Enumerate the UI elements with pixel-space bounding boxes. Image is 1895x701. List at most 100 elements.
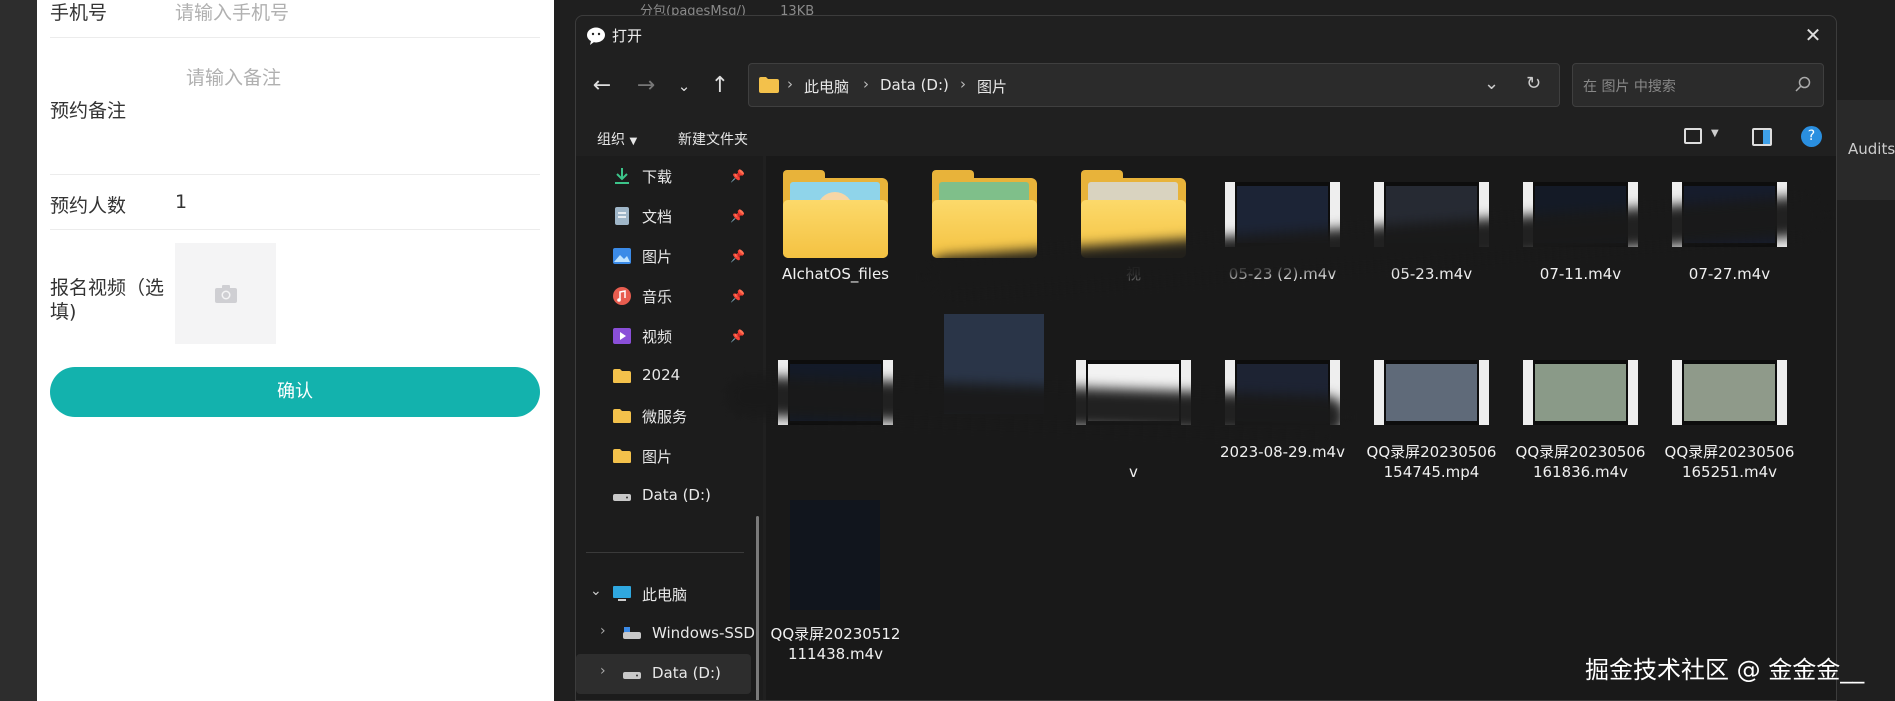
file-view: AIchatOS_files 视 05-23 (2).m4v 05-23.m4v… xyxy=(725,156,1836,700)
file-item[interactable]: QQ录屏20230506165251.m4v xyxy=(1662,338,1797,508)
camera-icon xyxy=(214,284,237,303)
back-button[interactable]: ← xyxy=(586,71,618,103)
file-name: 07-27.m4v xyxy=(1688,265,1771,283)
nav-scrollbar[interactable] xyxy=(754,156,761,700)
pin-icon: 📌 xyxy=(730,329,745,343)
address-dropdown-icon[interactable]: ⌄ xyxy=(1484,73,1499,94)
file-name: AIchatOS_files xyxy=(782,265,889,283)
nav-item-2024[interactable]: 2024 xyxy=(576,356,751,396)
view-dropdown-icon[interactable]: ▼ xyxy=(1711,128,1719,139)
booking-form: 手机号 请输入手机号 预约备注 请输入备注 预约人数 1 报名视频（选填) 确认 xyxy=(37,0,554,701)
nav-divider xyxy=(586,552,744,553)
help-icon[interactable]: ? xyxy=(1801,126,1822,147)
phone-input[interactable]: 请输入手机号 xyxy=(175,0,289,25)
nav-item-label: 图片 xyxy=(642,448,673,466)
open-file-dialog: 打开 ✕ ← → ⌄ ↑ › 此电脑 › Data (D:) › 图片 ⌄ ↻ … xyxy=(575,15,1837,701)
file-item[interactable] xyxy=(917,160,1052,330)
wechat-icon xyxy=(587,27,605,45)
tree-item-data-drive[interactable]: › Data (D:) xyxy=(576,654,751,694)
pin-icon: 📌 xyxy=(730,169,745,183)
nav-item-pictures[interactable]: 图片 📌 xyxy=(576,236,751,276)
tree-item-windows-ssd[interactable]: › Windows-SSD xyxy=(576,614,755,654)
count-label: 预约人数 xyxy=(50,195,127,217)
music-icon xyxy=(613,287,631,305)
forward-button[interactable]: → xyxy=(630,71,662,103)
search-box[interactable]: 在 图片 中搜索 xyxy=(1572,63,1824,107)
chevron-down-icon: ⌄ xyxy=(590,583,602,599)
close-button[interactable]: ✕ xyxy=(1790,16,1836,56)
pin-icon: 📌 xyxy=(730,249,745,263)
file-item[interactable]: QQ录屏20230506154745.mp4 xyxy=(1364,338,1499,508)
nav-item-label: Data (D:) xyxy=(642,486,711,504)
nav-item-data-drive[interactable]: Data (D:) xyxy=(576,476,751,516)
breadcrumb-separator: › xyxy=(960,75,966,93)
close-icon: ✕ xyxy=(1804,23,1822,47)
command-bar: 组织 ▼ 新建文件夹 ▼ ? xyxy=(576,120,1836,156)
drive-icon xyxy=(623,672,641,679)
file-name: v xyxy=(1129,463,1138,481)
note-textarea[interactable]: 请输入备注 xyxy=(186,63,281,90)
file-item[interactable]: QQ录屏20230506161836.m4v xyxy=(1513,338,1648,508)
nav-item-downloads[interactable]: 下载 📌 xyxy=(576,156,751,196)
scrollbar-thumb[interactable] xyxy=(756,516,759,700)
nav-item-microservices[interactable]: 微服务 xyxy=(576,396,751,436)
file-item[interactable]: QQ录屏20230512111438.m4v xyxy=(768,500,903,690)
video-thumbnail xyxy=(1672,360,1787,425)
breadcrumb-this-pc[interactable]: 此电脑 xyxy=(804,76,849,97)
folder-icon xyxy=(613,449,631,463)
video-upload-box[interactable] xyxy=(175,243,276,344)
phone-row: 手机号 请输入手机号 xyxy=(50,0,540,38)
new-folder-button[interactable]: 新建文件夹 xyxy=(678,129,748,149)
file-name: QQ录屏20230506165251.m4v xyxy=(1664,443,1795,481)
breadcrumb-separator: › xyxy=(863,75,869,93)
nav-item-label: 音乐 xyxy=(642,288,673,306)
file-item[interactable] xyxy=(768,338,903,508)
preview-pane-icon[interactable] xyxy=(1752,128,1772,146)
file-name: QQ录屏20230506154745.mp4 xyxy=(1366,443,1497,481)
count-input[interactable]: 1 xyxy=(175,191,187,213)
search-input[interactable]: 在 图片 中搜索 xyxy=(1583,76,1676,96)
address-bar[interactable]: › 此电脑 › Data (D:) › 图片 ⌄ ↻ xyxy=(748,63,1560,107)
nav-item-label: 下载 xyxy=(642,168,673,186)
audits-tab[interactable]: Audits xyxy=(1848,140,1895,158)
file-name: QQ录屏20230512111438.m4v xyxy=(770,625,901,663)
breadcrumb-pictures[interactable]: 图片 xyxy=(977,76,1007,97)
file-item[interactable]: 07-27.m4v xyxy=(1662,160,1797,330)
confirm-button[interactable]: 确认 xyxy=(50,367,540,417)
drive-icon xyxy=(623,627,641,639)
tree-item-label: Windows-SSD xyxy=(652,624,755,642)
nav-item-music[interactable]: 音乐 📌 xyxy=(576,276,751,316)
pin-icon: 📌 xyxy=(730,289,745,303)
video-thumbnail xyxy=(790,500,880,610)
refresh-icon[interactable]: ↻ xyxy=(1526,73,1541,94)
computer-icon xyxy=(613,586,631,601)
tree-item-this-pc[interactable]: ⌄ 此电脑 xyxy=(576,574,751,614)
view-layout-icon[interactable] xyxy=(1684,128,1702,144)
left-edge-strip xyxy=(0,0,37,701)
nav-item-videos[interactable]: 视频 📌 xyxy=(576,316,751,356)
organize-button[interactable]: 组织 ▼ xyxy=(597,129,637,149)
recent-locations-button[interactable]: ⌄ xyxy=(668,71,700,103)
nav-item-pictures-folder[interactable]: 图片 xyxy=(576,436,751,476)
nav-item-documents[interactable]: 文档 📌 xyxy=(576,196,751,236)
up-button[interactable]: ↑ xyxy=(704,71,736,103)
nav-item-label: 2024 xyxy=(642,366,681,384)
folder-icon xyxy=(613,369,631,383)
arrow-left-icon: ← xyxy=(592,73,612,98)
file-name: 05-23.m4v xyxy=(1390,265,1473,283)
nav-item-label: 文档 xyxy=(642,208,673,226)
dialog-titlebar: 打开 ✕ xyxy=(576,16,1836,56)
tree-item-network[interactable]: › 网络 xyxy=(576,694,751,700)
document-icon xyxy=(615,207,629,225)
tree-item-label: 此电脑 xyxy=(642,586,688,604)
folder-icon xyxy=(613,409,631,423)
chevron-right-icon: › xyxy=(600,663,606,679)
count-row: 预约人数 1 xyxy=(50,175,540,230)
download-icon xyxy=(615,168,629,184)
file-item[interactable]: AIchatOS_files xyxy=(768,160,903,330)
arrow-right-icon: → xyxy=(636,73,656,98)
chevron-down-icon: ⌄ xyxy=(677,77,691,95)
note-label: 预约备注 xyxy=(50,100,127,122)
note-row: 预约备注 请输入备注 xyxy=(50,38,540,175)
breadcrumb-drive[interactable]: Data (D:) xyxy=(880,76,949,94)
